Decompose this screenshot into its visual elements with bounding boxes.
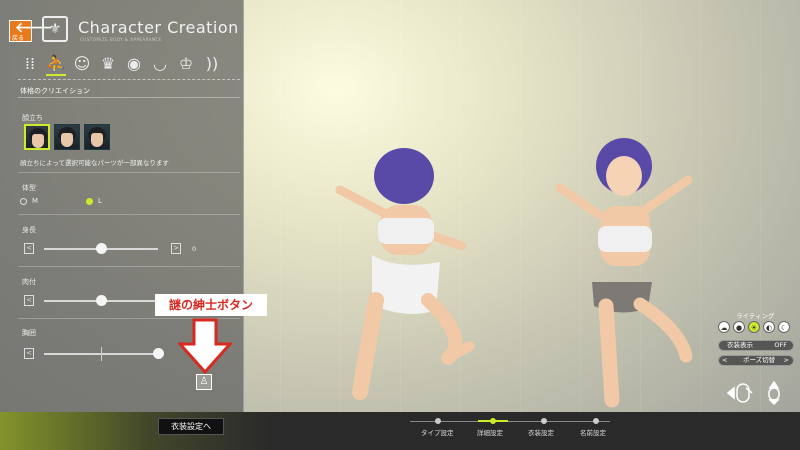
logo-icon: ⚜ bbox=[42, 16, 68, 42]
step-dot-type[interactable] bbox=[435, 418, 441, 424]
chest-slider-knob[interactable] bbox=[153, 348, 164, 359]
flesh-label: 肉付 bbox=[22, 278, 36, 286]
camera-control-hints bbox=[726, 380, 780, 406]
costume-display-toggle[interactable]: 衣装表示 OFF bbox=[718, 340, 794, 351]
step-label-detail[interactable]: 詳細設定 bbox=[477, 427, 503, 437]
light-preset-2-icon[interactable]: ● bbox=[733, 321, 745, 333]
face-option-3[interactable] bbox=[84, 124, 110, 150]
pose-next-icon: > bbox=[783, 356, 789, 364]
face-option-1[interactable] bbox=[24, 124, 50, 150]
pose-switch-button[interactable]: < ポーズ切替 > bbox=[718, 355, 794, 366]
annotation-arrow bbox=[178, 318, 232, 374]
face-icon[interactable]: ☺ bbox=[72, 52, 92, 76]
face-options bbox=[24, 124, 110, 150]
chest-decrease-button[interactable]: < bbox=[24, 348, 34, 359]
divider bbox=[18, 266, 240, 267]
lighting-label: ライティング bbox=[736, 312, 775, 320]
section-title: 体格のクリエイション bbox=[20, 87, 90, 95]
step-dot-detail[interactable] bbox=[490, 418, 496, 424]
category-tabs: ⁞⁞ ⛹ ☺ ♛ ◉ ◡ ♔ )) bbox=[20, 52, 222, 78]
flesh-decrease-button[interactable]: < bbox=[24, 295, 34, 306]
step-label-name[interactable]: 名前設定 bbox=[580, 427, 606, 437]
lighting-options: ☁ ● ☀ ◐ ☾ bbox=[718, 321, 790, 333]
step-label-type[interactable]: タイプ設定 bbox=[421, 427, 454, 437]
step-dot-clothing[interactable] bbox=[541, 418, 547, 424]
light-preset-4-icon[interactable]: ◐ bbox=[763, 321, 775, 333]
gentleman-button[interactable]: ♙ bbox=[196, 374, 212, 390]
mouth-icon[interactable]: ◡ bbox=[150, 52, 170, 76]
divider bbox=[18, 79, 240, 80]
back-label: 戻る bbox=[12, 35, 25, 42]
header: 🡐 戻る ⚜ Character Creation CUSTOMIZE BODY… bbox=[0, 0, 244, 44]
height-label: 身長 bbox=[22, 226, 36, 234]
person-icon: ♙ bbox=[199, 376, 209, 387]
face-option-2[interactable] bbox=[54, 124, 80, 150]
page-subtitle: CUSTOMIZE BODY & APPEARANCE bbox=[80, 37, 162, 42]
chest-label: 胸囲 bbox=[22, 329, 36, 337]
next-to-clothing-button[interactable]: 衣装設定へ bbox=[158, 418, 224, 435]
divider bbox=[18, 214, 240, 215]
pose-switch-label: ポーズ切替 bbox=[743, 356, 776, 364]
divider bbox=[18, 172, 240, 173]
light-preset-5-icon[interactable]: ☾ bbox=[778, 321, 790, 333]
costume-display-label: 衣装表示 bbox=[727, 341, 753, 349]
voice-icon[interactable]: )) bbox=[202, 52, 222, 76]
mouse-icon bbox=[768, 380, 780, 406]
step-label-clothing[interactable]: 衣装設定 bbox=[528, 427, 554, 437]
faces-label: 顔立ち bbox=[22, 114, 43, 122]
body-type-m-radio[interactable] bbox=[20, 198, 27, 205]
body-shape-icon[interactable]: ⛹ bbox=[46, 52, 66, 76]
chest-default-tick bbox=[101, 347, 102, 361]
body-type-m-label: M bbox=[32, 197, 39, 205]
eye-icon[interactable]: ◉ bbox=[124, 52, 144, 76]
body-type-l-label: L bbox=[98, 197, 102, 205]
light-preset-1-icon[interactable]: ☁ bbox=[718, 321, 730, 333]
body-type-l-radio[interactable] bbox=[86, 198, 93, 205]
rotate-icon bbox=[726, 383, 753, 403]
body-type-label: 体型 bbox=[22, 184, 36, 192]
accessory-icon[interactable]: ♔ bbox=[176, 52, 196, 76]
faces-note: 顔立ちによって選択可能なパーツが一部異なります bbox=[20, 159, 169, 167]
hair-icon[interactable]: ♛ bbox=[98, 52, 118, 76]
height-decrease-button[interactable]: < bbox=[24, 243, 34, 254]
light-preset-3-icon[interactable]: ☀ bbox=[748, 321, 760, 333]
flesh-slider-knob[interactable] bbox=[96, 295, 107, 306]
divider bbox=[18, 97, 240, 98]
body-preset-icon[interactable]: ⁞⁞ bbox=[20, 52, 40, 76]
step-dot-name[interactable] bbox=[593, 418, 599, 424]
bottom-glow bbox=[0, 412, 270, 450]
height-slider-knob[interactable] bbox=[96, 243, 107, 254]
page-title: Character Creation bbox=[78, 18, 239, 37]
height-increase-button[interactable]: > bbox=[171, 243, 181, 254]
height-value: 0 bbox=[192, 245, 197, 253]
pose-prev-icon: < bbox=[722, 356, 728, 364]
costume-display-value: OFF bbox=[774, 341, 787, 349]
annotation-label: 謎の紳士ボタン bbox=[155, 294, 267, 316]
back-button[interactable]: 🡐 戻る bbox=[9, 20, 53, 42]
